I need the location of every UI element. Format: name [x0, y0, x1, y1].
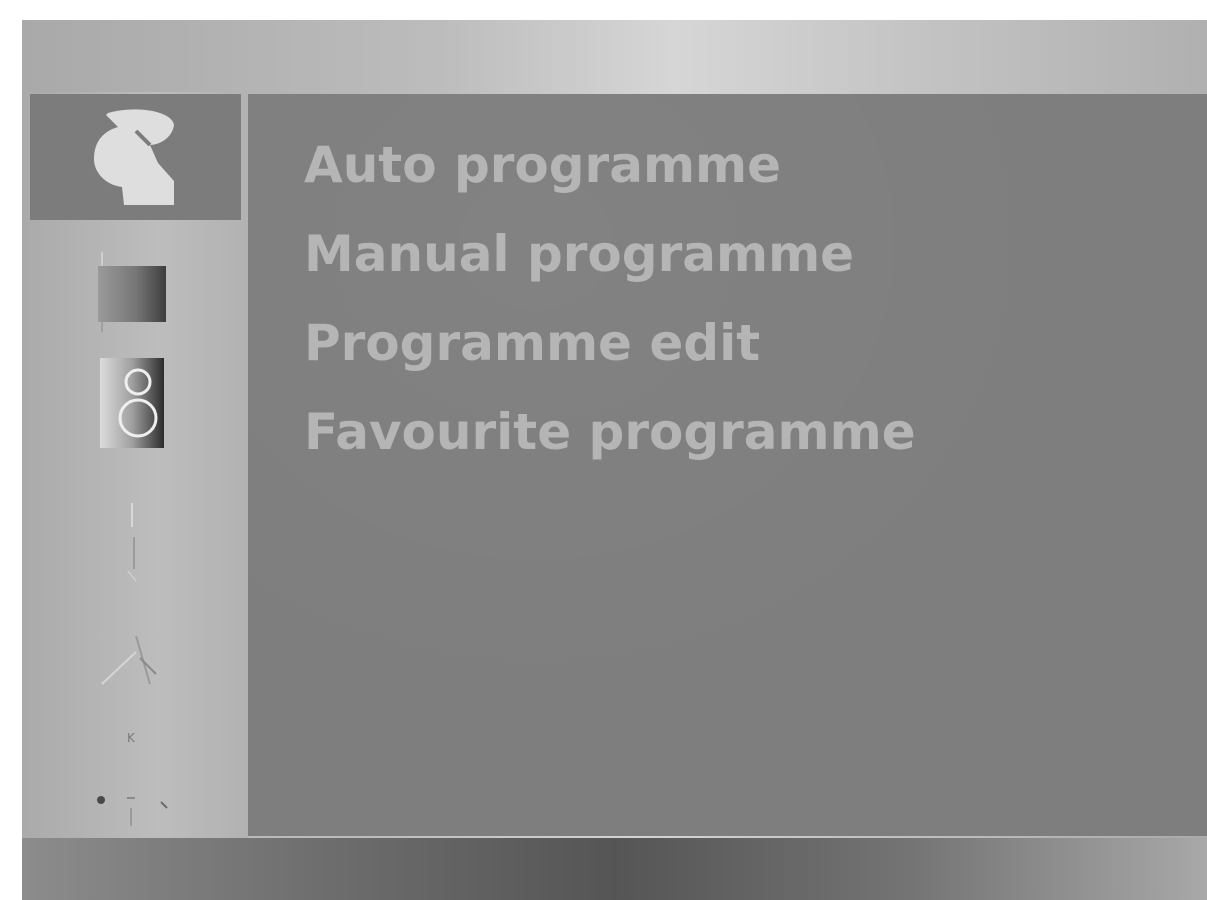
category-option[interactable]	[82, 612, 182, 712]
satellite-dish-icon	[86, 101, 186, 213]
picture-icon	[92, 252, 172, 332]
programme-menu-panel: Auto programme Manual programme Programm…	[248, 94, 1207, 836]
osd-top-band	[22, 20, 1207, 96]
osd-bottom-band	[22, 838, 1207, 900]
clock-icon	[102, 497, 162, 587]
menu-item-manual-programme[interactable]: Manual programme	[304, 223, 916, 312]
svg-text:K: K	[127, 731, 136, 745]
programme-menu-list: Auto programme Manual programme Programm…	[304, 134, 916, 490]
wrench-icon	[92, 622, 172, 702]
category-station[interactable]	[30, 94, 241, 220]
special-icon: K	[87, 722, 177, 832]
category-special[interactable]: K	[82, 727, 182, 827]
tv-osd-screen: K Auto programme Manual programme Progra…	[22, 20, 1207, 900]
menu-item-auto-programme[interactable]: Auto programme	[304, 134, 916, 223]
category-sidebar: K	[22, 92, 248, 838]
speaker-icon	[92, 352, 172, 452]
menu-item-programme-edit[interactable]: Programme edit	[304, 312, 916, 401]
category-picture[interactable]	[82, 247, 182, 337]
category-time[interactable]	[82, 492, 182, 592]
category-audio[interactable]	[82, 347, 182, 457]
menu-item-favourite-programme[interactable]: Favourite programme	[304, 401, 916, 490]
